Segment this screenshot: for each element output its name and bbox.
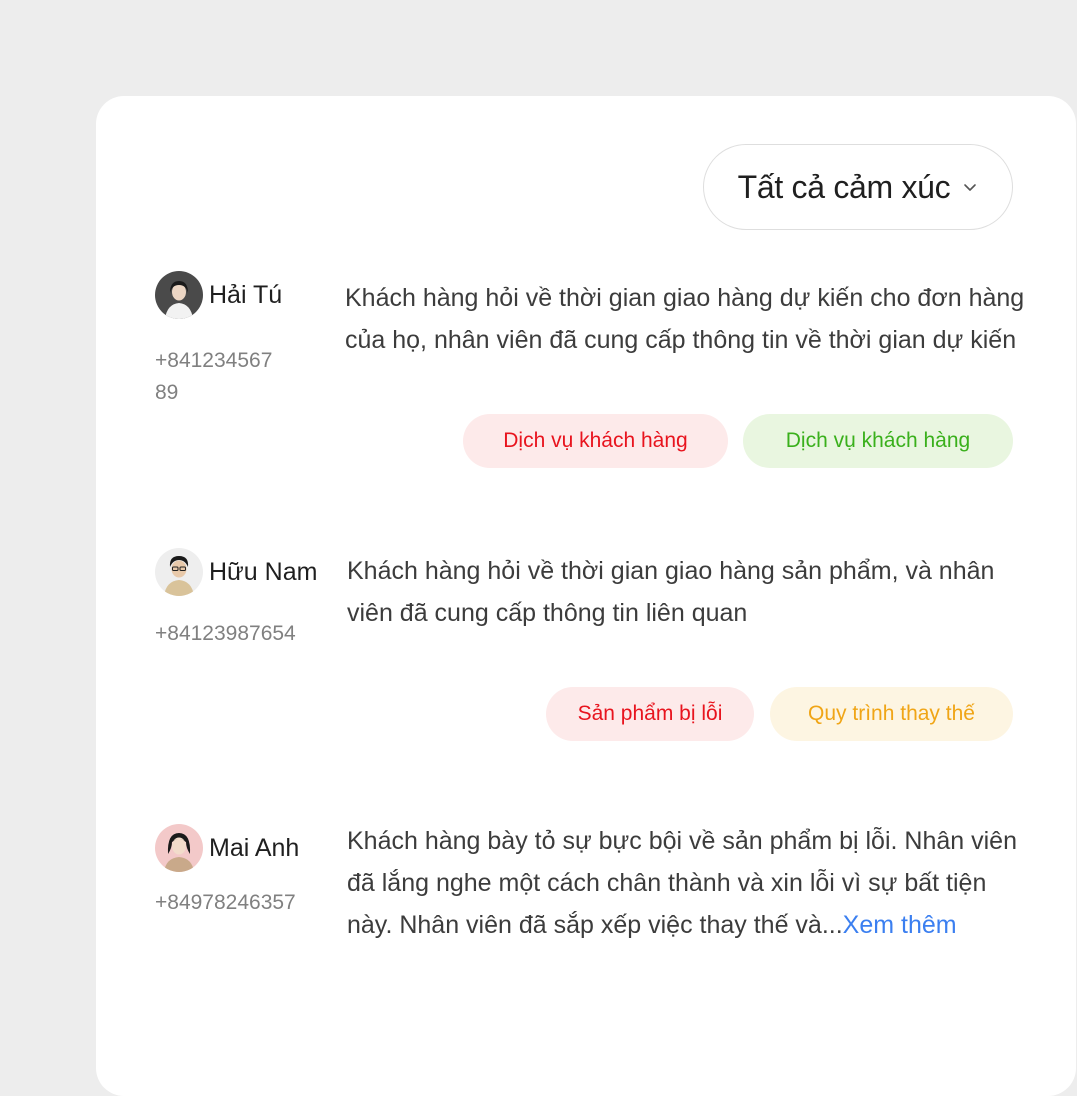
conversation-item[interactable]: Hải Tú +84123456789 Khách hàng hỏi về th… bbox=[155, 271, 1035, 491]
customer-phone: +84123987654 bbox=[155, 622, 296, 645]
customer-name: Hữu Nam bbox=[209, 558, 318, 586]
conversation-summary: Khách hàng hỏi về thời gian giao hàng sả… bbox=[347, 557, 995, 627]
conversation-summary: Khách hàng hỏi về thời gian giao hàng dự… bbox=[345, 284, 1025, 354]
conversation-item[interactable]: Hữu Nam +84123987654 Khách hàng hỏi về t… bbox=[155, 548, 1035, 768]
topic-tag[interactable]: Dịch vụ khách hàng bbox=[463, 414, 728, 468]
chevron-down-icon bbox=[964, 184, 977, 191]
see-more-link[interactable]: Xem thêm bbox=[843, 911, 957, 939]
conversation-item[interactable]: Mai Anh +84978246357 Khách hàng bày tỏ s… bbox=[155, 824, 1035, 1044]
customer-phone: +84123456789 bbox=[155, 349, 273, 404]
conversation-summary: Khách hàng bày tỏ sự bực bội về sản phẩm… bbox=[347, 820, 1031, 946]
avatar bbox=[155, 548, 203, 596]
sentiment-filter-label: Tất cả cảm xúc bbox=[737, 168, 951, 205]
sentiment-tag[interactable]: Quy trình thay thế bbox=[770, 687, 1013, 741]
topic-tag[interactable]: Sản phẩm bị lỗi bbox=[546, 687, 754, 741]
avatar bbox=[155, 824, 203, 872]
customer-phone: +84978246357 bbox=[155, 891, 296, 914]
sentiment-tag[interactable]: Dịch vụ khách hàng bbox=[743, 414, 1013, 468]
sentiment-filter-dropdown[interactable]: Tất cả cảm xúc bbox=[703, 144, 1013, 230]
customer-name: Mai Anh bbox=[209, 834, 300, 862]
customer-name: Hải Tú bbox=[209, 281, 283, 309]
avatar bbox=[155, 271, 203, 319]
